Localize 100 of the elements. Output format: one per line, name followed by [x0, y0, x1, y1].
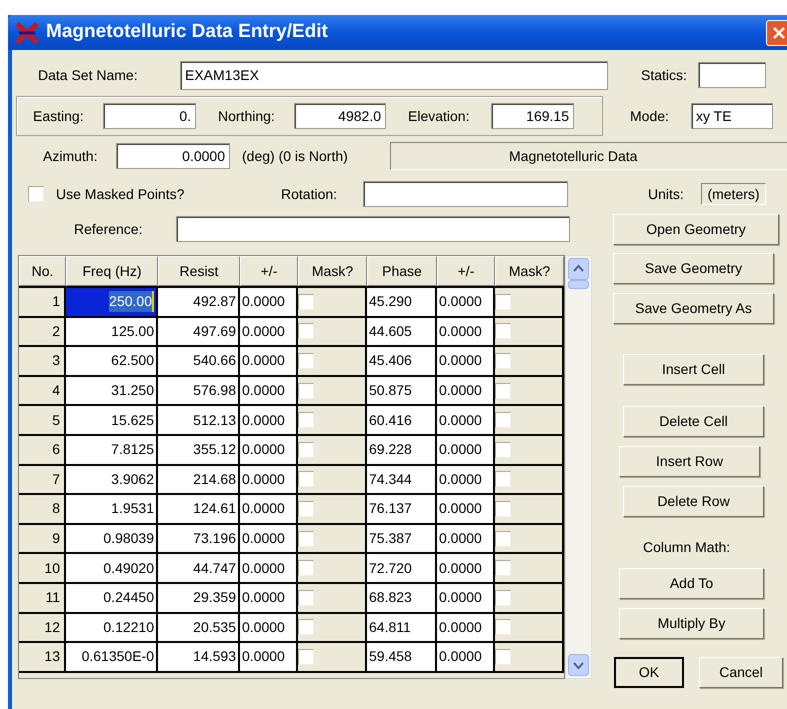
mask-checkbox[interactable]: [298, 560, 314, 576]
table-cell[interactable]: 68.823: [367, 584, 437, 612]
data-set-name-field[interactable]: EXAM13EX: [180, 60, 608, 90]
table-cell[interactable]: 0.0000: [437, 376, 495, 404]
table-cell[interactable]: 0.0000: [240, 524, 298, 552]
table-cell[interactable]: 7.8125: [66, 436, 158, 464]
table-cell[interactable]: 0.0000: [437, 584, 495, 612]
mask-checkbox[interactable]: [495, 648, 511, 665]
table-cell[interactable]: 0.0000: [240, 466, 298, 494]
table-cell[interactable]: 64.811: [367, 614, 437, 642]
add-to-button[interactable]: Add To: [619, 568, 764, 599]
mask-checkbox[interactable]: [495, 294, 511, 310]
mask-checkbox[interactable]: [298, 352, 314, 369]
mask-checkbox[interactable]: [298, 500, 314, 517]
mask-checkbox[interactable]: [495, 352, 511, 369]
mask-checkbox[interactable]: [495, 382, 511, 399]
insert-row-button[interactable]: Insert Row: [619, 446, 760, 477]
table-cell[interactable]: 3.9062: [66, 466, 158, 494]
easting-field[interactable]: 0.: [103, 103, 196, 129]
column-header[interactable]: Mask?: [495, 256, 564, 286]
column-header[interactable]: Resist: [158, 256, 240, 286]
table-cell[interactable]: 1.9531: [66, 495, 158, 523]
delete-cell-button[interactable]: Delete Cell: [623, 406, 764, 437]
mask-checkbox[interactable]: [495, 619, 511, 636]
column-header[interactable]: No.: [19, 256, 66, 286]
table-cell[interactable]: 124.61: [158, 495, 240, 523]
table-cell[interactable]: 0.0000: [437, 614, 495, 642]
table-cell[interactable]: 0.0000: [437, 436, 495, 464]
insert-cell-button[interactable]: Insert Cell: [623, 354, 764, 385]
mode-field[interactable]: xy TE: [691, 103, 773, 129]
table-cell[interactable]: 0.0000: [240, 584, 298, 612]
table-cell[interactable]: 44.747: [158, 554, 240, 582]
table-cell[interactable]: 0.61350E-0: [66, 643, 158, 671]
ok-button[interactable]: OK: [614, 657, 684, 688]
mask-checkbox[interactable]: [495, 590, 511, 606]
close-button[interactable]: [766, 20, 787, 46]
table-cell[interactable]: 31.250: [66, 376, 158, 404]
mask-checkbox[interactable]: [495, 471, 511, 488]
delete-row-button[interactable]: Delete Row: [623, 486, 764, 517]
table-cell[interactable]: 59.458: [367, 643, 437, 671]
table-cell[interactable]: 355.12: [158, 436, 240, 464]
mask-checkbox[interactable]: [298, 471, 314, 488]
table-cell[interactable]: 0.0000: [240, 288, 298, 316]
elevation-field[interactable]: 169.15: [491, 103, 574, 129]
table-cell[interactable]: 0.0000: [437, 643, 495, 671]
table-cell[interactable]: 0.0000: [240, 318, 298, 346]
table-cell[interactable]: 0.0000: [240, 436, 298, 464]
table-cell[interactable]: 15.625: [66, 406, 158, 434]
mask-checkbox[interactable]: [298, 323, 314, 340]
table-cell[interactable]: 0.0000: [240, 495, 298, 523]
scroll-thumb[interactable]: [568, 280, 589, 289]
table-cell[interactable]: 497.69: [158, 318, 240, 346]
rotation-field[interactable]: [363, 181, 568, 207]
mask-checkbox[interactable]: [298, 294, 314, 310]
table-cell[interactable]: 0.49020: [66, 554, 158, 582]
table-cell[interactable]: 0.0000: [240, 614, 298, 642]
open-geometry-button[interactable]: Open Geometry: [613, 214, 779, 244]
mask-checkbox[interactable]: [298, 619, 314, 636]
table-cell[interactable]: 62.500: [66, 347, 158, 375]
table-cell[interactable]: 20.535: [158, 614, 240, 642]
table-cell[interactable]: 0.12210: [66, 614, 158, 642]
table-cell[interactable]: 45.406: [367, 347, 437, 375]
reference-field[interactable]: [176, 216, 570, 242]
save-geometry-button[interactable]: Save Geometry: [613, 253, 774, 284]
table-cell[interactable]: 50.875: [367, 376, 437, 404]
table-cell[interactable]: 0.0000: [240, 406, 298, 434]
mask-checkbox[interactable]: [495, 412, 511, 428]
table-cell[interactable]: 214.68: [158, 466, 240, 494]
table-cell[interactable]: 69.228: [367, 436, 437, 464]
table-cell[interactable]: 125.00: [66, 318, 158, 346]
statics-field[interactable]: [698, 62, 766, 88]
table-cell[interactable]: 492.87: [158, 288, 240, 316]
table-cell[interactable]: 0.0000: [437, 524, 495, 552]
table-cell[interactable]: 0.0000: [437, 495, 495, 523]
table-cell[interactable]: 0.0000: [240, 347, 298, 375]
mask-checkbox[interactable]: [298, 412, 314, 428]
save-geometry-as-button[interactable]: Save Geometry As: [613, 293, 774, 324]
table-cell[interactable]: 0.0000: [437, 466, 495, 494]
table-cell[interactable]: 0.98039: [66, 524, 158, 552]
column-header[interactable]: +/-: [240, 256, 298, 286]
table-cell[interactable]: 44.605: [367, 318, 437, 346]
mask-checkbox[interactable]: [298, 442, 314, 458]
table-cell[interactable]: 29.359: [158, 584, 240, 612]
table-cell[interactable]: 0.0000: [437, 318, 495, 346]
table-cell[interactable]: 0.0000: [240, 643, 298, 671]
table-cell[interactable]: 60.416: [367, 406, 437, 434]
scroll-up-icon[interactable]: [568, 258, 589, 280]
table-cell[interactable]: 14.593: [158, 643, 240, 671]
scrollbar[interactable]: [565, 255, 592, 679]
azimuth-field[interactable]: 0.0000: [116, 143, 230, 169]
northing-field[interactable]: 4982.0: [294, 103, 386, 129]
mask-checkbox[interactable]: [495, 442, 511, 458]
mask-checkbox[interactable]: [495, 560, 511, 576]
table-cell[interactable]: 0.0000: [437, 288, 495, 316]
table-cell[interactable]: 0.0000: [437, 554, 495, 582]
column-header[interactable]: Phase: [367, 256, 437, 286]
table-cell[interactable]: 75.387: [367, 524, 437, 552]
multiply-by-button[interactable]: Multiply By: [619, 608, 764, 639]
table-cell[interactable]: 0.0000: [240, 554, 298, 582]
table-cell[interactable]: 512.13: [158, 406, 240, 434]
